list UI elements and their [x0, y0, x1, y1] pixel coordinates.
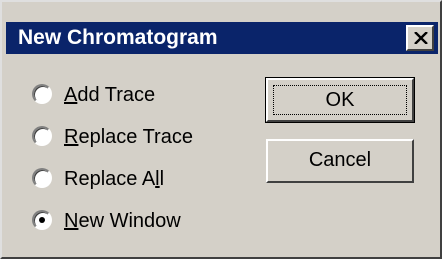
- radio-selected-dot: [39, 217, 45, 223]
- focus-rect: OK: [273, 85, 407, 115]
- title-bar[interactable]: New Chromatogram: [6, 22, 438, 54]
- radio-label-replace-all: Replace All: [64, 168, 165, 190]
- cancel-label: Cancel: [308, 149, 372, 171]
- radio-replace-all[interactable]: Replace All: [32, 164, 242, 194]
- dialog-title: New Chromatogram: [18, 26, 218, 49]
- radio-label-add-trace: Add Trace: [64, 84, 156, 106]
- close-icon: [414, 32, 428, 44]
- ok-label: OK: [325, 89, 355, 111]
- radio-new-window[interactable]: New Window: [32, 206, 242, 236]
- ok-button[interactable]: OK: [265, 77, 415, 123]
- dialog-window: New Chromatogram Add Trace Replace Trace…: [0, 0, 442, 259]
- cancel-button[interactable]: Cancel: [266, 139, 414, 183]
- radio-add-trace[interactable]: Add Trace: [32, 80, 242, 110]
- radio-label-new-window: New Window: [64, 210, 181, 232]
- close-button[interactable]: [406, 25, 434, 51]
- radio-button[interactable]: [32, 84, 52, 104]
- radio-button[interactable]: [32, 210, 52, 230]
- radio-button[interactable]: [32, 126, 52, 146]
- radio-replace-trace[interactable]: Replace Trace: [32, 122, 242, 152]
- radio-button[interactable]: [32, 168, 52, 188]
- radio-label-replace-trace: Replace Trace: [64, 126, 193, 148]
